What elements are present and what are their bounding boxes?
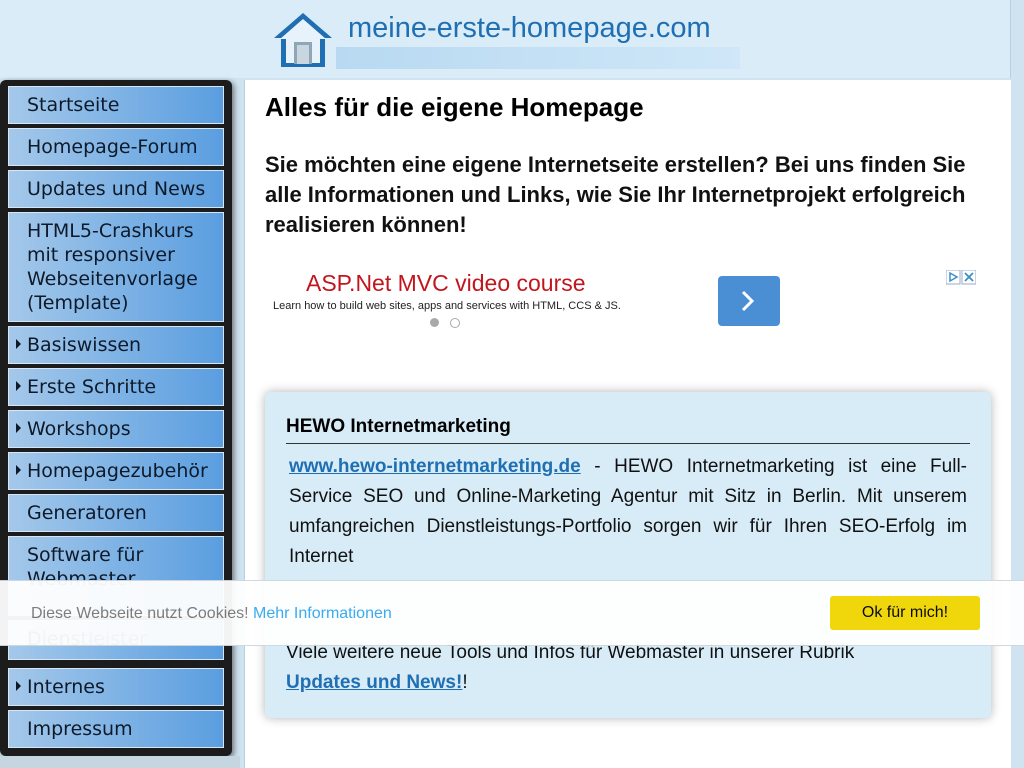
cookie-message: Diese Webseite nutzt Cookies! — [31, 605, 254, 622]
cookie-more-link[interactable]: Mehr Informationen — [253, 605, 392, 622]
site-title[interactable]: meine-erste-homepage.com — [348, 12, 711, 45]
ad-dot-active[interactable] — [430, 318, 439, 327]
partner-link[interactable]: www.hewo-internetmarketing.de — [289, 456, 581, 477]
house-icon[interactable] — [272, 10, 334, 70]
sidebar-item[interactable]: HTML5-Crashkurs mit responsiver Webseite… — [8, 212, 224, 322]
title-underbar — [336, 47, 740, 69]
ad-subline[interactable]: Learn how to build web sites, apps and s… — [273, 300, 621, 312]
site-header: meine-erste-homepage.com — [0, 0, 1011, 78]
updates-suffix: ! — [462, 672, 468, 693]
sidebar-item[interactable]: Homepage-Forum — [8, 128, 224, 166]
sidebar-item-label: Homepage-Forum — [27, 136, 198, 158]
updates-teaser: Viele weitere neue Tools und Infos für W… — [286, 638, 976, 698]
ad-headline[interactable]: ASP.Net MVC video course — [306, 270, 586, 297]
sidebar-item-label: Internes — [27, 676, 105, 698]
submenu-arrow-icon — [16, 465, 21, 475]
sidebar-item[interactable]: Homepagezubehör — [8, 452, 224, 490]
updates-link[interactable]: Updates und News! — [286, 672, 462, 693]
sidebar-nav: Startseite Homepage-Forum Updates und News… — [0, 80, 232, 756]
sidebar-item[interactable]: Basiswissen — [8, 326, 224, 364]
cookie-accept-button[interactable]: Ok für mich! — [830, 596, 980, 630]
sidebar-item-label: Impressum — [27, 718, 133, 740]
sidebar-item[interactable]: Internes — [8, 668, 224, 706]
sidebar-item-label: Startseite — [27, 94, 120, 116]
sidebar-item[interactable]: Updates und News — [8, 170, 224, 208]
submenu-arrow-icon — [16, 381, 21, 391]
infobox-title: HEWO Internetmarketing — [286, 416, 970, 444]
sidebar-footer — [0, 756, 240, 768]
ad-dot[interactable] — [450, 318, 460, 328]
ad-choices-icon[interactable] — [946, 270, 976, 286]
cookie-text: Diese Webseite nutzt Cookies! Mehr Infor… — [31, 605, 392, 623]
sidebar-item-label: Erste Schritte — [27, 376, 157, 398]
sidebar-item[interactable]: Impressum — [8, 710, 224, 748]
ad-banner[interactable]: ASP.Net MVC video course Learn how to bu… — [265, 266, 981, 346]
partner-infobox: HEWO Internetmarketing www.hewo-internet… — [265, 392, 991, 718]
intro-text: Sie möchten eine eigene Internetseite er… — [265, 152, 966, 237]
ad-next-button[interactable] — [718, 276, 780, 326]
sidebar-item[interactable]: Workshops — [8, 410, 224, 448]
page-title: Alles für die eigene Homepage — [265, 92, 644, 122]
sidebar-item-label: Basiswissen — [27, 334, 142, 356]
cookie-banner: Diese Webseite nutzt Cookies! Mehr Infor… — [0, 580, 1024, 646]
sidebar-item-label: Workshops — [27, 418, 131, 440]
sidebar-item-label: HTML5-Crashkurs mit responsiver Webseite… — [27, 220, 198, 314]
sidebar-item-label: Generatoren — [27, 502, 147, 524]
sidebar-item[interactable]: Erste Schritte — [8, 368, 224, 406]
submenu-arrow-icon — [16, 339, 21, 349]
main-content: Alles für die eigene Homepage Sie möchte… — [244, 80, 1011, 768]
sidebar-item[interactable]: Generatoren — [8, 494, 224, 532]
sidebar-item-label: Homepagezubehör — [27, 460, 208, 482]
submenu-arrow-icon — [16, 681, 21, 691]
sidebar-item[interactable]: Startseite — [8, 86, 224, 124]
submenu-arrow-icon — [16, 423, 21, 433]
chevron-right-icon — [741, 290, 755, 312]
sidebar-item-label: Updates und News — [27, 178, 206, 200]
infobox-text: www.hewo-internetmarketing.de - HEWO Int… — [289, 452, 967, 572]
